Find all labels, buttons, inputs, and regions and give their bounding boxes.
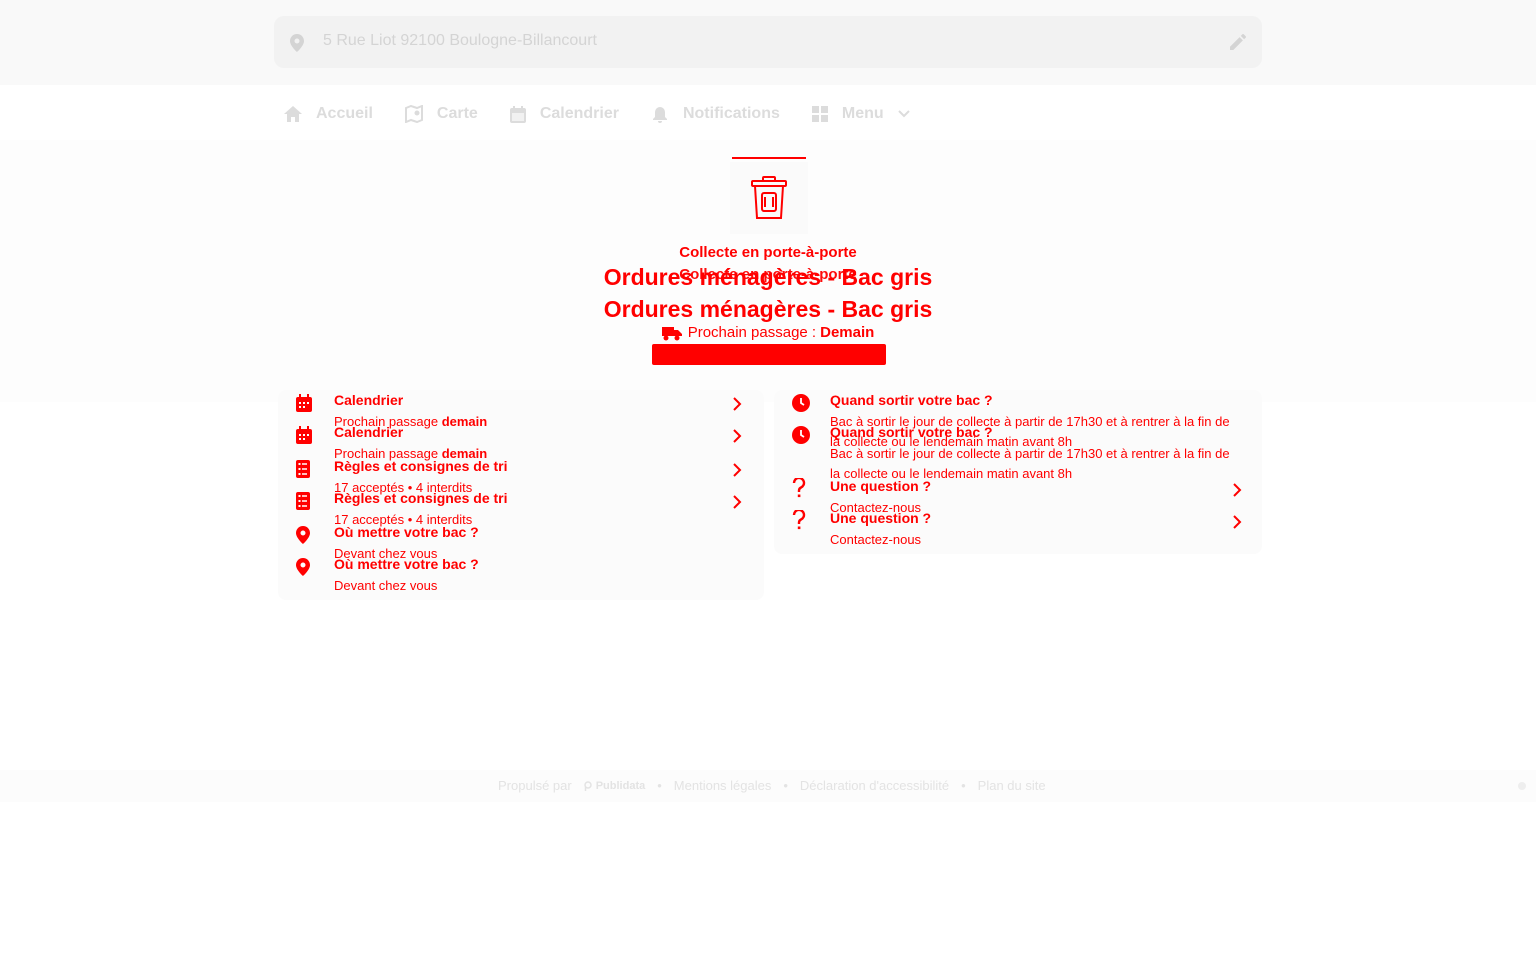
nav-label: Carte	[436, 105, 478, 122]
list-item-sorting-rules[interactable]: Règles et consignes de tri 17 acceptés •…	[278, 490, 764, 527]
list-item-calendar[interactable]: Calendrier Prochain passage demain	[278, 392, 764, 429]
info-card-right: Quand sortir votre bac ? Bac à sortir le…	[774, 390, 1262, 554]
link-accessibility[interactable]: Déclaration d'accessibilité	[800, 778, 949, 793]
row-title: Règles et consignes de tri	[334, 458, 508, 474]
publidata-icon	[583, 780, 592, 791]
row-title: Où mettre votre bac ?	[334, 524, 479, 540]
footer: Propulsé par Publidata • Mentions légale…	[0, 770, 1536, 802]
nav-item-notifications[interactable]: Notifications	[651, 105, 780, 123]
footer-links: Propulsé par Publidata • Mentions légale…	[498, 778, 1046, 793]
row-title: Quand sortir votre bac ?	[830, 424, 993, 440]
row-title: Calendrier	[334, 424, 404, 440]
publidata-logo[interactable]: Publidata	[583, 780, 645, 792]
checklist-icon	[296, 460, 310, 483]
calendar-icon	[296, 394, 312, 417]
active-tab-indicator	[732, 157, 806, 159]
trash-bin-icon	[730, 162, 808, 234]
chevron-right-icon	[732, 462, 742, 483]
nav-item-accueil[interactable]: Accueil	[284, 105, 373, 123]
truck-icon	[661, 326, 682, 340]
separator: •	[657, 778, 662, 793]
next-pickup-value: Demain	[820, 324, 875, 341]
row-subtitle-line1: Bac à sortir le jour de collecte à parti…	[830, 446, 1230, 461]
list-item-contact[interactable]: Une question ? Contactez-nous	[774, 508, 1262, 547]
info-card-left: Calendrier Prochain passage demain Calen…	[278, 390, 764, 600]
chevron-down-icon	[897, 110, 910, 118]
question-mark-icon	[792, 476, 806, 503]
chevron-right-icon	[732, 428, 742, 449]
link-sitemap[interactable]: Plan du site	[978, 778, 1046, 793]
separator: •	[961, 778, 966, 793]
main-nav: Accueil Carte Calendrier Notifications M…	[284, 100, 942, 128]
list-item-contact[interactable]: Une question ? Contactez-nous	[774, 476, 1262, 515]
row-subtitle: Devant chez vous	[334, 578, 438, 593]
list-item-bin-schedule: Quand sortir votre bac ? Bac à sortir le…	[774, 424, 1262, 481]
powered-by-label: Propulsé par	[498, 778, 572, 793]
nav-item-menu[interactable]: Menu	[811, 105, 910, 123]
location-pin-icon	[296, 526, 310, 549]
waste-title-duplicate: Ordures ménagères - Bac gris	[603, 296, 933, 322]
nav-item-calendrier[interactable]: Calendrier	[509, 105, 619, 123]
clock-icon	[792, 426, 810, 449]
chevron-right-icon	[732, 396, 742, 417]
list-item-bin-schedule: Quand sortir votre bac ? Bac à sortir le…	[774, 392, 1262, 449]
nav-item-carte[interactable]: Carte	[404, 105, 478, 123]
calendar-icon	[509, 105, 526, 123]
next-pickup-bar	[652, 344, 886, 365]
nav-label: Menu	[841, 105, 884, 122]
location-pin-icon	[296, 558, 310, 581]
location-pin-icon	[290, 34, 304, 57]
grid-icon	[811, 106, 828, 122]
link-legal[interactable]: Mentions légales	[674, 778, 772, 793]
row-title: Calendrier	[334, 392, 404, 408]
row-title: Quand sortir votre bac ?	[830, 392, 993, 408]
nav-label: Accueil	[316, 105, 373, 122]
next-pickup: Prochain passage : Demain	[0, 324, 1536, 341]
row-title: Règles et consignes de tri	[334, 490, 508, 506]
status-dot	[1518, 782, 1526, 790]
nav-label: Notifications	[682, 105, 780, 122]
clock-icon	[792, 394, 810, 417]
next-pickup-label: Prochain passage :	[687, 324, 817, 341]
calendar-icon	[296, 426, 312, 449]
question-mark-icon	[792, 508, 806, 535]
row-subtitle: Contactez-nous	[830, 532, 922, 547]
checklist-icon	[296, 492, 310, 515]
chevron-right-icon	[1232, 482, 1242, 503]
pencil-icon[interactable]	[1230, 34, 1246, 55]
list-item-bin-location[interactable]: Où mettre votre bac ? Devant chez vous	[278, 556, 764, 593]
row-title: Une question ?	[830, 478, 932, 494]
collection-type: Collecte en porte-à-porte	[679, 244, 857, 261]
waste-title: Ordures ménagères - Bac gris	[603, 264, 933, 290]
chevron-right-icon	[1232, 514, 1242, 535]
chevron-right-icon	[732, 494, 742, 515]
list-item-bin-location[interactable]: Où mettre votre bac ? Devant chez vous	[278, 524, 764, 561]
home-icon	[284, 106, 302, 122]
address-field[interactable]: 5 Rue Liot 92100 Boulogne-Billancourt	[274, 16, 1262, 68]
map-icon	[404, 105, 423, 123]
top-bar: 5 Rue Liot 92100 Boulogne-Billancourt	[0, 0, 1536, 85]
bell-icon	[652, 107, 667, 123]
separator: •	[783, 778, 788, 793]
list-item-calendar[interactable]: Calendrier Prochain passage demain	[278, 424, 764, 461]
row-title: Une question ?	[830, 510, 932, 526]
row-title: Où mettre votre bac ?	[334, 556, 479, 572]
list-item-sorting-rules[interactable]: Règles et consignes de tri 17 acceptés •…	[278, 458, 764, 495]
nav-label: Calendrier	[539, 105, 619, 122]
address-text: 5 Rue Liot 92100 Boulogne-Billancourt	[323, 32, 597, 49]
